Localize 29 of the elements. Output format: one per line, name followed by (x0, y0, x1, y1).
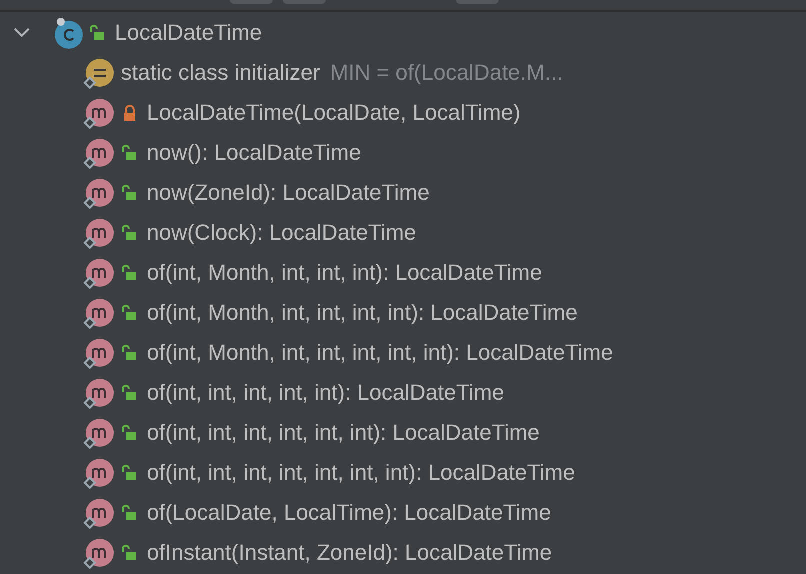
member-signature: ofInstant(Instant, ZoneId): LocalDateTime (147, 540, 552, 566)
member-signature: now(Clock): LocalDateTime (147, 220, 416, 246)
tree-row[interactable]: LocalDateTime(LocalDate, LocalTime) (0, 93, 806, 133)
tree-row[interactable]: of(int, int, int, int, int): LocalDateTime (0, 373, 806, 413)
member-signature: of(int, int, int, int, int): LocalDateTime (147, 380, 504, 406)
class-name: LocalDateTime (115, 20, 262, 46)
tree-row[interactable]: of(int, Month, int, int, int): LocalDateTime (0, 253, 806, 293)
member-signature: of(int, int, int, int, int, int, int): LocalDateTime (147, 460, 576, 486)
member-signature: LocalDateTime(LocalDate, LocalTime) (147, 100, 521, 126)
member-signature: static class initializer (121, 60, 320, 86)
tree-row[interactable]: of(int, Month, int, int, int, int, int): LocalDateTime (0, 333, 806, 373)
tree-row[interactable]: of(int, int, int, int, int, int): LocalDateTime (0, 413, 806, 453)
tree-row[interactable]: ofInstant(Instant, ZoneId): LocalDateTime (0, 533, 806, 573)
member-signature: now(ZoneId): LocalDateTime (147, 180, 430, 206)
member-signature: of(int, Month, int, int, int, int): LocalDateTime (147, 300, 578, 326)
tree-row[interactable]: of(int, int, int, int, int, int, int): LocalDateTime (0, 453, 806, 493)
tree-row[interactable]: now(): LocalDateTime (0, 133, 806, 173)
member-signature: of(LocalDate, LocalTime): LocalDateTime (147, 500, 552, 526)
tree-row[interactable]: of(int, Month, int, int, int, int): LocalDateTime (0, 293, 806, 333)
tree-row[interactable]: of(LocalDate, LocalTime): LocalDateTime (0, 493, 806, 533)
tree-row[interactable]: static class initializer MIN = of(LocalDate.M... (0, 53, 806, 93)
member-signature: now(): LocalDateTime (147, 140, 362, 166)
member-signature: of(int, int, int, int, int, int): LocalDateTime (147, 420, 540, 446)
member-signature: of(int, Month, int, int, int, int, int): LocalDateTime (147, 340, 614, 366)
member-signature: of(int, Month, int, int, int): LocalDateTime (147, 260, 542, 286)
member-detail: MIN = of(LocalDate.M... (330, 60, 564, 86)
chevron-down-icon[interactable] (13, 27, 31, 39)
tree-row[interactable]: now(Clock): LocalDateTime (0, 213, 806, 253)
tree-row[interactable]: now(ZoneId): LocalDateTime (0, 173, 806, 213)
